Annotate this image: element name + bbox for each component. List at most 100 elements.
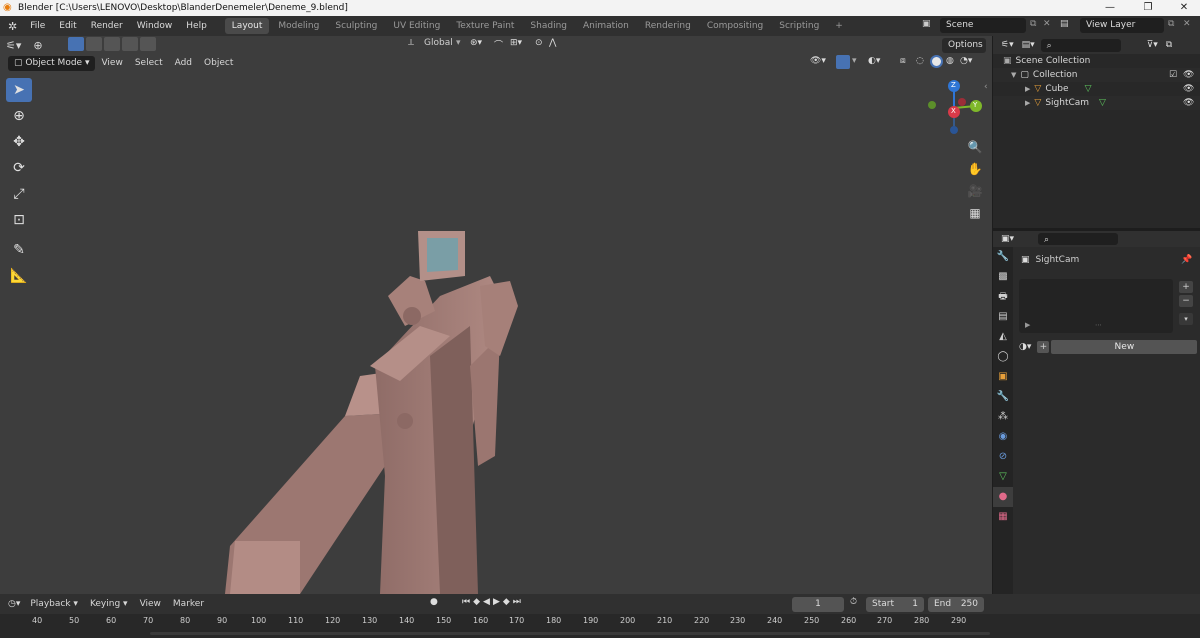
next-keyframe-icon[interactable]: ◆: [503, 597, 513, 607]
menu-file[interactable]: File: [23, 21, 52, 31]
tab-compositing[interactable]: Compositing: [700, 18, 770, 34]
play-icon[interactable]: ▶: [493, 597, 503, 607]
expand-right-icon[interactable]: ▶: [1025, 85, 1030, 93]
tab-modeling[interactable]: Modeling: [271, 18, 326, 34]
tab-rendering[interactable]: Rendering: [638, 18, 698, 34]
constraints-tab-icon[interactable]: ⊘: [993, 447, 1013, 467]
view-layer-remove-icon[interactable]: ✕: [1183, 19, 1191, 29]
scene-copy-icon[interactable]: ⧉: [1030, 19, 1036, 29]
scene-name-field[interactable]: Scene: [940, 18, 1026, 33]
expand-down-icon[interactable]: ▼: [1011, 71, 1016, 79]
outliner-label: SightCam: [1045, 98, 1090, 108]
viewport-canvas[interactable]: [0, 36, 992, 594]
menu-help[interactable]: Help: [179, 21, 214, 31]
outliner-editor-icon[interactable]: ⚟▾: [1001, 40, 1014, 50]
3d-viewport[interactable]: ⚟▾ ⊕ ⟂ Global ▾ ⊛▾ ⌒ ⊞▾ ⊙ ⋀ Options ▢ Ob…: [0, 36, 992, 594]
filter-icon[interactable]: ⊽▾: [1147, 40, 1158, 50]
slot-specials-button[interactable]: ▾: [1179, 313, 1193, 325]
menu-marker[interactable]: Marker: [167, 597, 210, 611]
perspective-grid-icon[interactable]: ▦: [966, 204, 984, 222]
scene-remove-icon[interactable]: ✕: [1043, 19, 1051, 29]
timeline-scrollbar[interactable]: [150, 632, 990, 635]
outliner-row-sightcam[interactable]: ▶ ▽ SightCam ▽ 👁: [993, 96, 1200, 110]
stopwatch-icon[interactable]: ⏱: [850, 597, 857, 607]
tab-texture-paint[interactable]: Texture Paint: [449, 18, 521, 34]
close-button[interactable]: ✕: [1166, 0, 1200, 16]
jump-end-icon[interactable]: ⏭: [513, 597, 524, 607]
scene-tab-icon[interactable]: ◭: [993, 327, 1013, 347]
tab-animation[interactable]: Animation: [576, 18, 636, 34]
maximize-button[interactable]: ❐: [1130, 0, 1166, 16]
menu-edit[interactable]: Edit: [52, 21, 83, 31]
add-workspace-button[interactable]: +: [828, 18, 850, 34]
prev-keyframe-icon[interactable]: ◆: [473, 597, 483, 607]
outliner-row-scene-collection[interactable]: ▣ Scene Collection: [993, 54, 1200, 68]
tab-uv-editing[interactable]: UV Editing: [386, 18, 447, 34]
minimize-button[interactable]: —: [1092, 0, 1128, 16]
view-layer-tab-icon[interactable]: ▤: [993, 307, 1013, 327]
menu-view[interactable]: View: [134, 597, 167, 611]
render-tab-icon[interactable]: ▩: [993, 267, 1013, 287]
tab-scripting[interactable]: Scripting: [772, 18, 826, 34]
checkbox-icon[interactable]: ☑: [1169, 70, 1177, 80]
resize-handle-icon[interactable]: ⋯: [1095, 321, 1102, 329]
pin-icon[interactable]: 📌: [1181, 255, 1192, 265]
menu-window[interactable]: Window: [130, 21, 180, 31]
tick-label: 40: [32, 616, 43, 625]
sidebar-toggle-icon[interactable]: ‹: [984, 82, 988, 92]
object-tab-icon[interactable]: ▣: [993, 367, 1013, 387]
jump-start-icon[interactable]: ⏮: [462, 597, 473, 607]
search-icon: ⌕: [1046, 40, 1052, 51]
start-frame-field[interactable]: Start 1: [866, 597, 924, 612]
tool-tab-icon[interactable]: 🔧: [993, 247, 1013, 267]
eye-icon[interactable]: 👁: [1183, 70, 1194, 80]
modifier-tab-icon[interactable]: 🔧: [993, 387, 1013, 407]
add-material-icon[interactable]: +: [1037, 341, 1050, 353]
outliner-search-input[interactable]: ⌕: [1040, 38, 1121, 52]
material-browse-icon[interactable]: ◑▾: [1019, 342, 1031, 352]
timeline-editor-icon[interactable]: ◷▾: [8, 599, 20, 609]
outliner-row-cube[interactable]: ▶ ▽ Cube ▽ 👁: [993, 82, 1200, 96]
menu-render[interactable]: Render: [84, 21, 130, 31]
expand-right-icon[interactable]: ▶: [1025, 321, 1030, 329]
display-mode-icon[interactable]: ▤▾: [1022, 40, 1035, 50]
blender-menu-icon[interactable]: ✲: [8, 20, 17, 33]
camera-view-icon[interactable]: 🎥: [966, 182, 984, 200]
world-tab-icon[interactable]: ◯: [993, 347, 1013, 367]
properties-editor-icon[interactable]: ▣▾: [1001, 234, 1014, 244]
new-collection-icon[interactable]: ⧉: [1166, 40, 1172, 50]
play-reverse-icon[interactable]: ◀: [483, 597, 493, 607]
eye-icon[interactable]: 👁: [1183, 84, 1194, 94]
material-slot-list[interactable]: ▶ ⋯: [1019, 279, 1173, 333]
data-tab-icon[interactable]: ▽: [993, 467, 1013, 487]
texture-tab-icon[interactable]: ▦: [993, 507, 1013, 527]
weapon-model[interactable]: [225, 231, 518, 594]
navigation-gizmo[interactable]: Z Y X: [924, 78, 984, 138]
zoom-icon[interactable]: 🔍: [966, 138, 984, 156]
tab-layout[interactable]: Layout: [224, 18, 270, 34]
menu-keying[interactable]: Keying ▾: [84, 597, 134, 611]
outliner-row-collection[interactable]: ▼ ▢ Collection ☑ 👁: [993, 68, 1200, 82]
new-material-button[interactable]: New: [1051, 340, 1198, 354]
menu-playback[interactable]: Playback ▾: [24, 597, 84, 611]
eye-icon[interactable]: 👁: [1183, 98, 1194, 108]
output-tab-icon[interactable]: 🖶: [993, 287, 1013, 307]
add-slot-button[interactable]: +: [1179, 281, 1193, 293]
timeline-ruler[interactable]: 40 50 60 70 80 90 100 110 120 130 140 15…: [0, 614, 1200, 628]
record-icon[interactable]: ●: [430, 597, 438, 607]
remove-slot-button[interactable]: −: [1179, 295, 1193, 307]
properties-search-input[interactable]: ⌕: [1038, 233, 1119, 245]
view-layer-field[interactable]: View Layer: [1080, 18, 1164, 33]
scene-collection-icon: ▣: [1003, 56, 1012, 66]
view-layer-copy-icon[interactable]: ⧉: [1168, 19, 1174, 29]
material-tab-icon[interactable]: ●: [993, 487, 1013, 507]
pan-hand-icon[interactable]: ✋: [966, 160, 984, 178]
expand-right-icon[interactable]: ▶: [1025, 99, 1030, 107]
physics-tab-icon[interactable]: ◉: [993, 427, 1013, 447]
current-frame-field[interactable]: 1: [792, 597, 844, 612]
end-frame-field[interactable]: End 250: [928, 597, 984, 612]
timeline-header: ◷▾ Playback ▾ Keying ▾ View Marker ● ⏮◆◀…: [0, 594, 1200, 614]
tab-shading[interactable]: Shading: [523, 18, 574, 34]
tab-sculpting[interactable]: Sculpting: [328, 18, 384, 34]
particles-tab-icon[interactable]: ⁂: [993, 407, 1013, 427]
